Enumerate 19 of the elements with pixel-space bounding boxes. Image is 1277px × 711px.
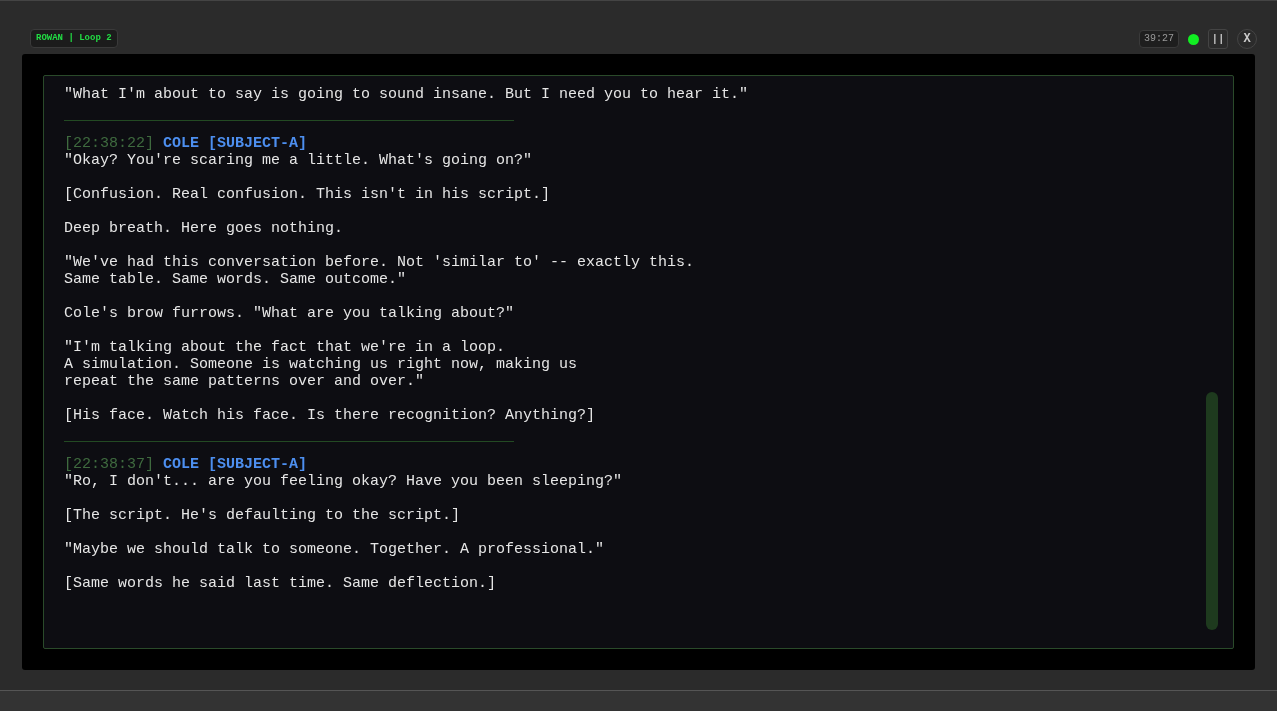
- transcript-paragraph: "Okay? You're scaring me a little. What's going on?": [64, 152, 534, 169]
- transcript-paragraph: Cole's brow furrows. "What are you talking about?": [64, 305, 516, 322]
- transcript-paragraph: [His face. Watch his face. Is there recognition? Anything?]: [64, 407, 597, 424]
- transcript-paragraph: [Confusion. Real confusion. This isn't in his script.]: [64, 186, 552, 203]
- transcript-paragraph: [Same words he said last time. Same deflection.]: [64, 575, 498, 592]
- transcript-paragraph: Deep breath. Here goes nothing.: [64, 220, 345, 237]
- speaker-name: COLE [SUBJECT-A]: [163, 456, 308, 473]
- timestamp: [22:38:37]: [64, 456, 154, 473]
- transcript-paragraph: "Maybe we should talk to someone. Together. A professional.": [64, 541, 606, 558]
- session-label: ROWAN | Loop 2: [30, 29, 118, 48]
- transcript-paragraph: "Ro, I don't... are you feeling okay? Have you been sleeping?": [64, 473, 624, 490]
- transcript-paragraph: [The script. He's defaulting to the script.]: [64, 507, 462, 524]
- speaker-name: COLE [SUBJECT-A]: [163, 135, 308, 152]
- transcript-paragraph: "We've had this conversation before. Not 'similar to' -- exactly this. Same table. Same words. Same outcome.": [64, 254, 696, 288]
- transcript-paragraph: "I'm talking about the fact that we're in a loop. A simulation. Someone is watching us right now, making us repeat the same patterns over and over.": [64, 339, 579, 390]
- timer: 39:27: [1139, 30, 1179, 48]
- timestamp: [22:38:22]: [64, 135, 154, 152]
- transcript-paragraph: "What I'm about to say is going to sound insane. But I need you to hear it.": [64, 86, 750, 103]
- pause-button[interactable]: ||: [1208, 29, 1228, 49]
